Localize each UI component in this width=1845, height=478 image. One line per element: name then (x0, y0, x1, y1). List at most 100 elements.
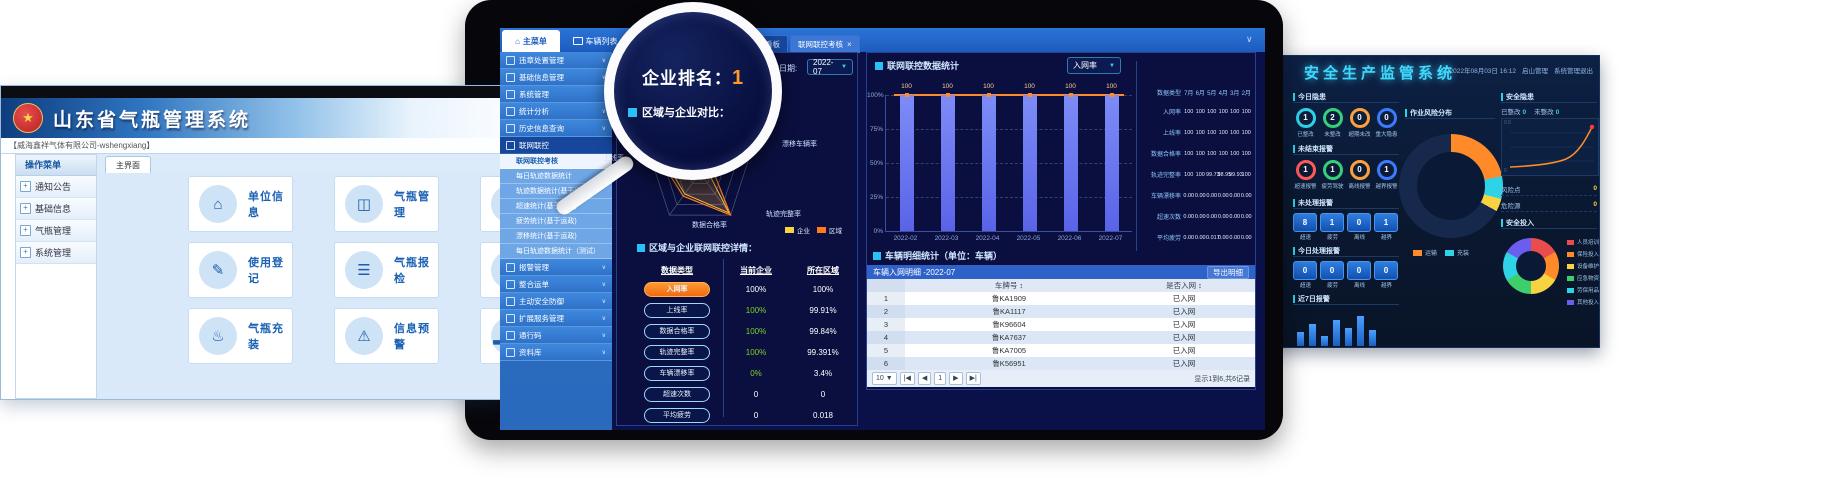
chevron-down-icon: ∨ (602, 298, 606, 305)
query-date-dropdown[interactable]: 2022-07 ▼ (807, 59, 853, 75)
alarm-count-button[interactable]: 0 (1347, 261, 1371, 280)
chevron-down-icon[interactable]: ∨ (1246, 34, 1253, 45)
metric-button[interactable]: 超速次数 (644, 387, 710, 402)
network-status: 已入网 (1113, 306, 1255, 317)
page-size-select[interactable]: 10 ▼ (872, 372, 897, 385)
dashboard-menu-item[interactable]: 资料库 ∨ (500, 344, 612, 361)
expand-plus-icon[interactable]: + (20, 247, 31, 258)
region-value: 99.91% (789, 306, 857, 315)
metric-button[interactable]: 车辆漂移率 (644, 366, 710, 381)
ring-gauge: 1 (1323, 160, 1343, 180)
dashboard-menu-item[interactable]: 扩展服务管理 ∨ (500, 310, 612, 327)
alarm-count-button[interactable]: 1 (1320, 213, 1344, 232)
close-icon[interactable]: × (847, 40, 852, 49)
gear-icon (506, 90, 515, 99)
sidebar-menu-item[interactable]: + 气瓶管理 (16, 220, 96, 242)
register-icon: ✎ (199, 251, 237, 289)
feature-tile[interactable]: ◫ 气瓶管理 (334, 176, 439, 232)
detail-row: 超速次数 0 0 (631, 384, 857, 405)
sidebar-title: 操作菜单 (16, 155, 96, 176)
dashboard-menu-item[interactable]: 通行码 ∨ (500, 327, 612, 344)
metric-button[interactable]: 上线率 (644, 303, 710, 318)
metric-button[interactable]: 入网率 (644, 282, 710, 297)
vehicle-table: 车辆入网明细 -2022-07 导出明细 车牌号 ↕ 是否入网 ↕ 1 鲁KA1 (867, 265, 1255, 387)
vehicle-table-header-bar: 车辆入网明细 -2022-07 导出明细 (867, 265, 1255, 279)
detail-row: 上线率 100% 99.91% (631, 300, 857, 321)
logout-link[interactable]: 系统管理退出 (1554, 65, 1593, 75)
alarm-count-button[interactable]: 8 (1293, 213, 1317, 232)
col-plate[interactable]: 车牌号 ↕ (905, 280, 1113, 291)
sidebar-menu-item[interactable]: + 系统管理 (16, 242, 96, 264)
feature-tile[interactable]: ⌂ 单位信息 (188, 176, 293, 232)
ring-gauge: 0 (1350, 160, 1370, 180)
database-icon (506, 348, 515, 357)
stats-panel: 联网联控数据统计 入网率 ▼ 100% 75% 50% 25% 0% (866, 52, 1256, 390)
dashboard-menu-item[interactable]: 主动安全防御 ∨ (500, 293, 612, 310)
magnifier-lens: 企业排名：1 区域与企业对比： (604, 2, 782, 180)
region-value: 0.018 (789, 411, 857, 420)
dashboard-menu-item[interactable]: 基础信息管理 ∨ (500, 69, 612, 86)
alarm-count-button[interactable]: 0 (1347, 213, 1371, 232)
vehicle-row[interactable]: 1 鲁KA1909 已入网 (867, 292, 1255, 305)
company-rank: 企业排名：1 (614, 64, 772, 90)
alarm-count-button[interactable]: 0 (1320, 261, 1344, 280)
tab-network-assessment[interactable]: 联网联控考核 × (790, 35, 860, 53)
prev-page-button[interactable]: ◀ (918, 372, 931, 385)
legend-item: 劳保用品 (1567, 286, 1599, 294)
metric-button[interactable]: 数据合格率 (644, 324, 710, 339)
hazard-ring: 0 重大隐患 (1374, 108, 1399, 138)
alarm-ring: 0 离线报警 (1347, 160, 1372, 190)
alarm-count-button[interactable]: 0 (1374, 261, 1398, 280)
vehicle-row[interactable]: 3 鲁K96604 已入网 (867, 318, 1255, 331)
mini-bar (1333, 320, 1340, 346)
vehicle-row[interactable]: 5 鲁KA7005 已入网 (867, 344, 1255, 357)
dashboard-menu-item[interactable]: 每日轨迹数据统计（测试） (500, 244, 612, 259)
stats-section-title: 联网联控数据统计 (875, 59, 959, 72)
col-status[interactable]: 是否入网 ↕ (1113, 280, 1255, 291)
feature-tile[interactable]: ♨ 气瓶充装 (188, 308, 293, 364)
alarm-count-button[interactable]: 0 (1293, 261, 1317, 280)
company-name: 【威海鑫祥气体有限公司-wshengxiang】 (1, 138, 501, 154)
current-company-value: 0 (723, 390, 789, 399)
dashboard-menu-item[interactable]: 报警管理 ∨ (500, 259, 612, 276)
sidebar-menu-item[interactable]: + 通知公告 (16, 176, 96, 198)
hazard-trend-chart: 0.5 0 (1501, 118, 1599, 176)
vehicle-row[interactable]: 6 鲁K56951 已入网 (867, 357, 1255, 370)
feature-tile[interactable]: ⚒ (480, 242, 502, 298)
alarm-count-button[interactable]: 1 (1374, 213, 1398, 232)
first-page-button[interactable]: |◀ (900, 372, 915, 385)
section-today-hazards: 今日隐患 (1293, 92, 1399, 103)
feature-tile[interactable]: ▂▄▆ (480, 308, 502, 364)
metric-button[interactable]: 轨迹完整率 (644, 345, 710, 360)
page-number-input[interactable]: 1 (934, 372, 946, 385)
section-safety-investment: 安全投入 (1501, 218, 1597, 229)
next-page-button[interactable]: ▶ (949, 372, 962, 385)
sidebar-menu-item[interactable]: + 基础信息 (16, 198, 96, 220)
feature-tile[interactable]: ☻ (480, 176, 502, 232)
expand-plus-icon[interactable]: + (20, 203, 31, 214)
vehicle-row[interactable]: 2 鲁KA1117 已入网 (867, 305, 1255, 318)
expand-plus-icon[interactable]: + (20, 225, 31, 236)
user-menu[interactable]: 启山管理 (1522, 65, 1548, 75)
feature-tile[interactable]: ☰ 气瓶报检 (334, 242, 439, 298)
chevron-down-icon: ∨ (602, 349, 606, 356)
dashboard-menu-item[interactable]: 整合运单 ∨ (500, 276, 612, 293)
current-company-value: 100% (723, 348, 789, 357)
tile-content-area: ⌂ 单位信息 ◫ 气瓶管理 ☻ ✎ 使用登记 (97, 173, 501, 399)
export-button[interactable]: 导出明细 (1207, 266, 1249, 279)
metric-dropdown[interactable]: 入网率 ▼ (1067, 57, 1121, 74)
tab-main-menu[interactable]: ⌂ 主菜单 (502, 30, 560, 52)
bar-value-label: 100 (1015, 83, 1045, 90)
tab-bar: 主界面 (97, 154, 501, 174)
current-company-value: 100% (723, 327, 789, 336)
tab-main-view[interactable]: 主界面 (105, 156, 151, 174)
vehicle-row[interactable]: 4 鲁KA7637 已入网 (867, 331, 1255, 344)
metric-button[interactable]: 平均疲劳 (644, 408, 710, 423)
ring-gauge: 1 (1296, 160, 1316, 180)
region-value: 3.4% (789, 369, 857, 378)
feature-tile[interactable]: ✎ 使用登记 (188, 242, 293, 298)
dashboard-menu-item[interactable]: 违章处置管理 ∨ (500, 52, 612, 69)
feature-tile[interactable]: ⚠ 信息预警 (334, 308, 439, 364)
last-page-button[interactable]: ▶| (966, 372, 981, 385)
expand-plus-icon[interactable]: + (20, 181, 31, 192)
